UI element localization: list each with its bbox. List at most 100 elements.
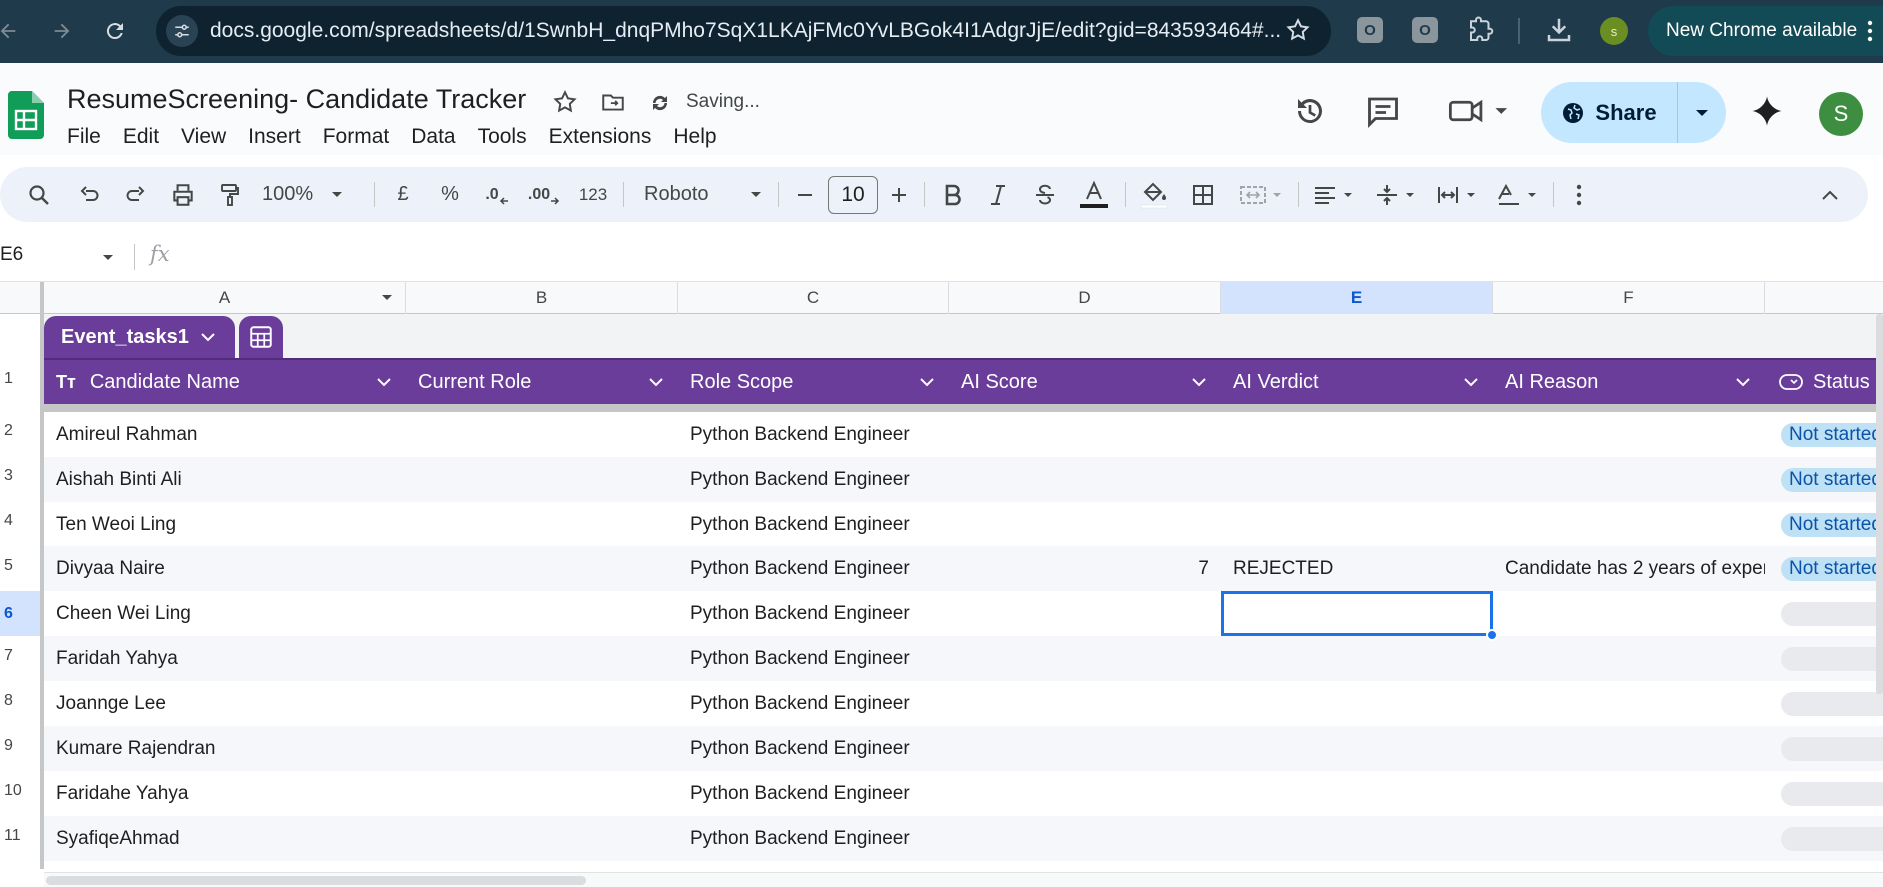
status-chip-empty[interactable] bbox=[1781, 692, 1883, 716]
status-chip[interactable]: Not started bbox=[1781, 468, 1883, 492]
account-avatar[interactable]: S bbox=[1819, 92, 1863, 136]
status-chip-empty[interactable] bbox=[1781, 737, 1883, 761]
cell-role-scope[interactable]: Python Backend Engineer bbox=[678, 591, 949, 636]
header-status[interactable]: Status bbox=[1765, 360, 1883, 404]
cell-current-role[interactable] bbox=[406, 591, 678, 636]
caret-down-icon[interactable] bbox=[102, 254, 114, 262]
cell-role-scope[interactable]: Python Backend Engineer bbox=[678, 816, 949, 861]
zoom-select[interactable]: 100% bbox=[262, 167, 360, 222]
caret-down-icon[interactable] bbox=[381, 294, 393, 302]
row-number[interactable]: 9 bbox=[0, 737, 44, 761]
status-chip-empty[interactable] bbox=[1781, 647, 1883, 671]
number-format-button[interactable]: 123 bbox=[575, 167, 611, 222]
bold-button[interactable] bbox=[938, 167, 968, 222]
cell-ai-verdict[interactable] bbox=[1221, 412, 1493, 457]
cell-ai-reason[interactable] bbox=[1493, 591, 1765, 636]
cell-ai-verdict[interactable] bbox=[1221, 771, 1493, 816]
cell-ai-score[interactable] bbox=[949, 457, 1221, 502]
cell-role-scope[interactable]: Python Backend Engineer bbox=[678, 681, 949, 726]
menu-help[interactable]: Help bbox=[662, 121, 727, 153]
column-header-c[interactable]: C bbox=[678, 282, 949, 314]
active-cell-e6[interactable] bbox=[1221, 591, 1493, 636]
version-history-button[interactable] bbox=[1292, 93, 1328, 134]
strikethrough-button[interactable] bbox=[1030, 167, 1060, 222]
downloads-button[interactable] bbox=[1544, 15, 1574, 50]
cell-ai-reason[interactable] bbox=[1493, 771, 1765, 816]
menu-file[interactable]: File bbox=[56, 121, 112, 153]
header-ai-score[interactable]: AI Score bbox=[949, 360, 1221, 404]
cell-ai-verdict[interactable] bbox=[1221, 816, 1493, 861]
row-number[interactable]: 8 bbox=[0, 692, 44, 716]
cell-current-role[interactable] bbox=[406, 412, 678, 457]
url-text[interactable]: docs.google.com/spreadsheets/d/1SwnbH_dn… bbox=[210, 6, 1280, 56]
extensions-button[interactable] bbox=[1466, 15, 1496, 50]
cell-role-scope[interactable]: Python Backend Engineer bbox=[678, 771, 949, 816]
horizontal-scroll-thumb[interactable] bbox=[46, 876, 586, 885]
cell-ai-verdict[interactable] bbox=[1221, 502, 1493, 547]
star-document-button[interactable] bbox=[552, 89, 578, 120]
menu-format[interactable]: Format bbox=[312, 121, 401, 153]
column-header-e[interactable]: E bbox=[1221, 282, 1493, 314]
text-color-button[interactable] bbox=[1076, 167, 1112, 222]
cell-role-scope[interactable]: Python Backend Engineer bbox=[678, 412, 949, 457]
cell-current-role[interactable] bbox=[406, 546, 678, 591]
header-current-role[interactable]: Current Role bbox=[406, 360, 678, 404]
cell-ai-score[interactable] bbox=[949, 412, 1221, 457]
sheets-logo-icon[interactable] bbox=[8, 91, 44, 139]
menu-tools[interactable]: Tools bbox=[467, 121, 538, 153]
cell-current-role[interactable] bbox=[406, 681, 678, 726]
meet-button[interactable] bbox=[1446, 93, 1510, 134]
row-number[interactable]: 3 bbox=[0, 467, 44, 491]
chevron-down-icon[interactable] bbox=[376, 372, 392, 392]
cell-candidate-name[interactable]: SyafiqeAhmad bbox=[44, 816, 406, 861]
chevron-down-icon[interactable] bbox=[919, 372, 935, 392]
cell-role-scope[interactable]: Python Backend Engineer bbox=[678, 636, 949, 681]
bookmark-button[interactable] bbox=[1285, 17, 1311, 48]
status-chip-empty[interactable] bbox=[1781, 602, 1883, 626]
header-ai-reason[interactable]: AI Reason bbox=[1493, 360, 1765, 404]
extension-o-1[interactable]: O bbox=[1357, 17, 1383, 43]
menu-data[interactable]: Data bbox=[400, 121, 466, 153]
row-number[interactable]: 10 bbox=[0, 782, 44, 806]
table-name-chip[interactable]: Event_tasks1 bbox=[44, 316, 235, 358]
redo-button[interactable] bbox=[119, 167, 153, 222]
status-chip-empty[interactable] bbox=[1781, 827, 1883, 851]
cell-current-role[interactable] bbox=[406, 816, 678, 861]
cell-ai-score[interactable] bbox=[949, 681, 1221, 726]
status-chip[interactable]: Not started bbox=[1781, 513, 1883, 537]
cell-ai-reason[interactable] bbox=[1493, 816, 1765, 861]
table-view-button[interactable] bbox=[238, 316, 283, 358]
cell-candidate-name[interactable]: Divyaa Naire bbox=[44, 546, 406, 591]
forward-button[interactable] bbox=[42, 11, 82, 51]
currency-format-button[interactable]: £ bbox=[388, 167, 418, 222]
text-rotation-button[interactable] bbox=[1494, 167, 1546, 222]
chevron-down-icon[interactable] bbox=[1463, 372, 1479, 392]
cell-ai-verdict[interactable] bbox=[1221, 726, 1493, 771]
borders-button[interactable] bbox=[1187, 167, 1219, 222]
vertical-align-button[interactable] bbox=[1372, 167, 1424, 222]
cell-role-scope[interactable]: Python Backend Engineer bbox=[678, 457, 949, 502]
column-header-a[interactable]: A bbox=[44, 282, 406, 314]
row-number[interactable]: 5 bbox=[0, 557, 44, 581]
cell-ai-reason[interactable]: Candidate has 2 years of experience bbox=[1493, 546, 1765, 591]
chevron-down-icon[interactable] bbox=[1735, 372, 1751, 392]
cell-ai-reason[interactable] bbox=[1493, 726, 1765, 771]
decrease-decimal-button[interactable]: .0 bbox=[480, 167, 514, 222]
cell-ai-reason[interactable] bbox=[1493, 457, 1765, 502]
font-size-input[interactable]: 10 bbox=[828, 176, 878, 214]
comments-button[interactable] bbox=[1365, 93, 1401, 134]
cell-current-role[interactable] bbox=[406, 726, 678, 771]
header-role-scope[interactable]: Role Scope bbox=[678, 360, 949, 404]
row-number[interactable]: 2 bbox=[0, 422, 44, 446]
cell-candidate-name[interactable]: Faridah Yahya bbox=[44, 636, 406, 681]
formula-input[interactable] bbox=[190, 238, 1870, 276]
profile-avatar[interactable]: s bbox=[1600, 17, 1628, 45]
extension-o-2[interactable]: O bbox=[1412, 17, 1438, 43]
text-wrapping-button[interactable] bbox=[1433, 167, 1485, 222]
fill-handle[interactable] bbox=[1486, 629, 1498, 641]
row-number[interactable]: 1 bbox=[0, 370, 44, 396]
row-number[interactable]: 6 bbox=[0, 591, 44, 636]
cell-candidate-name[interactable]: Faridahe Yahya bbox=[44, 771, 406, 816]
cell-current-role[interactable] bbox=[406, 636, 678, 681]
italic-button[interactable] bbox=[983, 167, 1013, 222]
